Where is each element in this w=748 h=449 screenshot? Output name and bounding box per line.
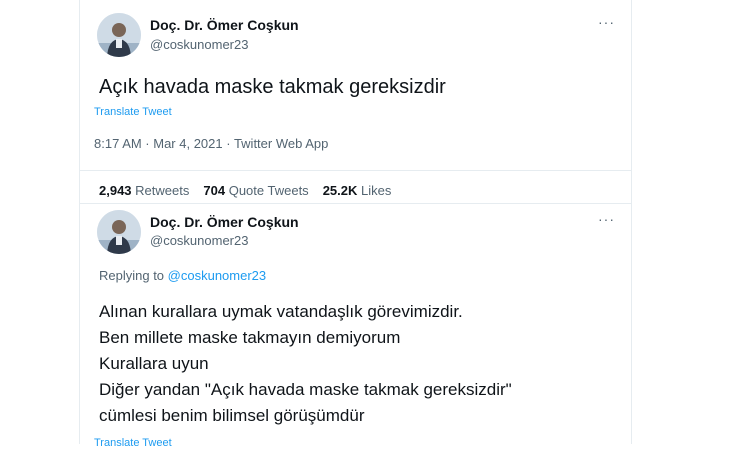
divider <box>80 170 631 171</box>
replying-to-handle-link[interactable]: @coskunomer23 <box>168 268 266 283</box>
retweets-stat[interactable]: 2,943 Retweets <box>99 183 189 198</box>
avatar-portrait-icon <box>97 210 141 254</box>
reply-text-line: cümlesi benim bilimsel görüşümdür <box>99 406 365 425</box>
tweet-timestamp[interactable]: 8:17 AM · Mar 4, 2021 · Twitter Web App <box>94 136 328 151</box>
quotes-label: Quote Tweets <box>228 183 309 198</box>
reply-more-options-icon[interactable]: ··· <box>598 211 615 227</box>
translate-tweet-link[interactable]: Translate Tweet <box>94 106 172 118</box>
author-name[interactable]: Doç. Dr. Ömer Coşkun <box>150 17 299 33</box>
replying-to-prefix: Replying to <box>99 268 168 283</box>
more-options-icon[interactable]: ··· <box>598 14 615 30</box>
quotes-count: 704 <box>203 183 226 198</box>
author-handle[interactable]: @coskunomer23 <box>150 37 248 52</box>
likes-count: 25.2K <box>322 183 358 198</box>
engagement-stats: 2,943 Retweets 704 Quote Tweets 25.2K Li… <box>99 183 391 198</box>
retweets-label: Retweets <box>135 183 190 198</box>
reply-author-avatar[interactable] <box>97 210 141 254</box>
quote-tweets-stat[interactable]: 704 Quote Tweets <box>203 183 308 198</box>
divider <box>80 203 631 204</box>
author-avatar[interactable] <box>97 13 141 57</box>
likes-stat[interactable]: 25.2K Likes <box>323 183 392 198</box>
reply-author-handle[interactable]: @coskunomer23 <box>150 233 248 248</box>
reply-text-line: Ben millete maske takmayın demiyorum <box>99 328 401 347</box>
tweet-text: Açık havada maske takmak gereksizdir <box>99 76 446 98</box>
reply-author-name[interactable]: Doç. Dr. Ömer Coşkun <box>150 214 299 230</box>
reply-text-line: Kurallara uyun <box>99 354 209 373</box>
reply-text-line: Alınan kurallara uymak vatandaşlık görev… <box>99 302 463 321</box>
reply-text: Alınan kurallara uymak vatandaşlık görev… <box>99 299 512 429</box>
likes-label: Likes <box>361 183 392 198</box>
tweet-card: Doç. Dr. Ömer Coşkun @coskunomer23 ··· A… <box>79 0 632 449</box>
avatar-portrait-icon <box>97 13 141 57</box>
replying-to: Replying to @coskunomer23 <box>99 268 266 283</box>
reply-text-line: Diğer yandan "Açık havada maske takmak g… <box>99 380 512 399</box>
reply-translate-tweet-link[interactable]: Translate Tweet <box>94 437 172 449</box>
retweets-count: 2,943 <box>99 183 132 198</box>
